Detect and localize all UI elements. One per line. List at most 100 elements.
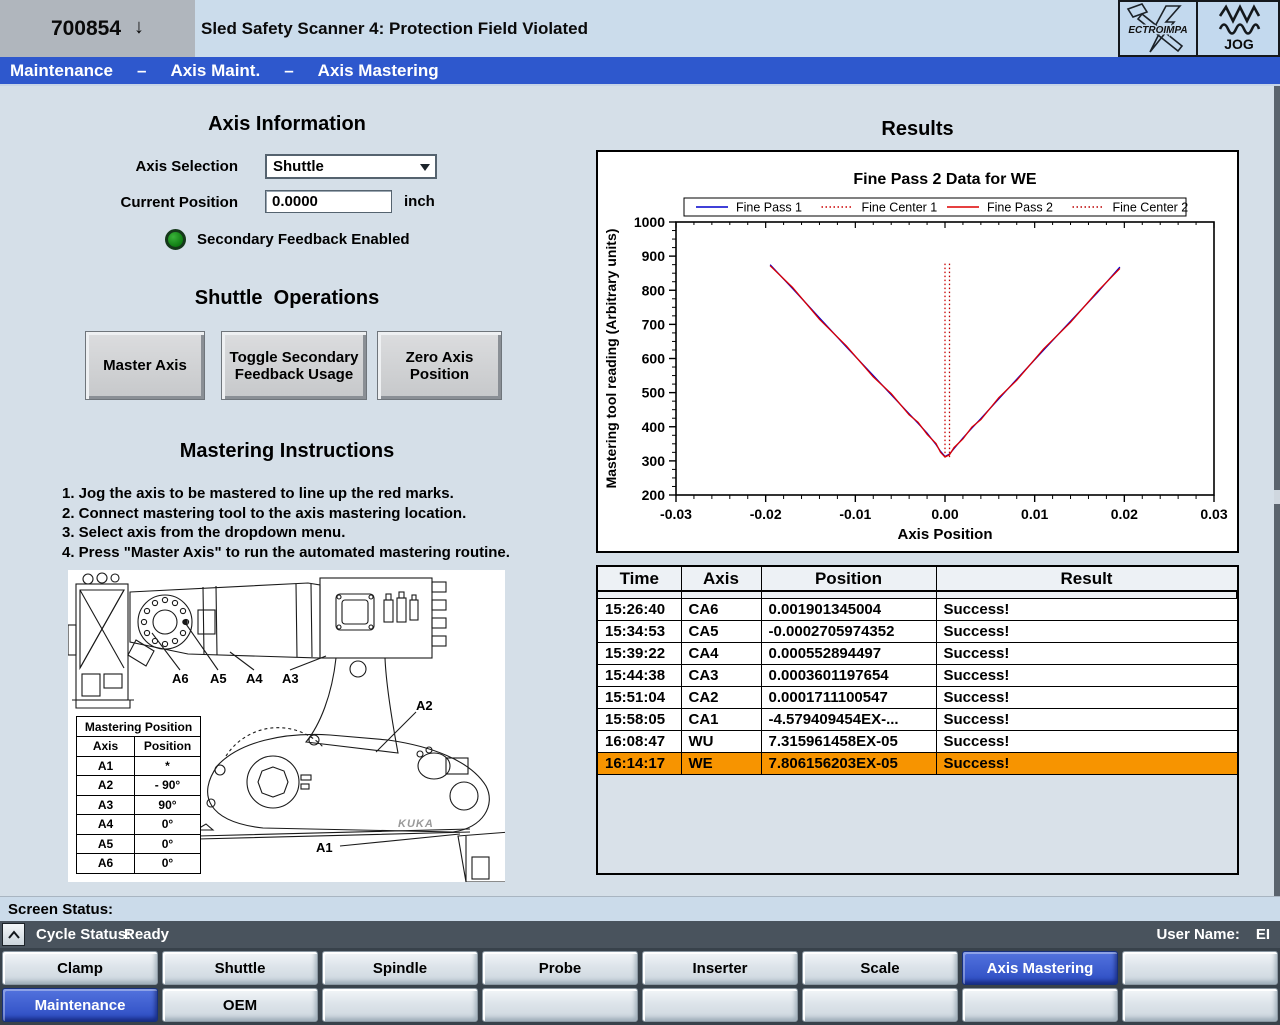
result-cell: WU bbox=[681, 730, 761, 752]
breadcrumb-item: Axis Maint. bbox=[170, 61, 260, 81]
fig-table-row: A40° bbox=[77, 814, 200, 834]
chevron-down-icon bbox=[420, 164, 430, 171]
results-title: Results bbox=[596, 118, 1239, 141]
instructions-title: Mastering Instructions bbox=[100, 440, 474, 463]
svg-text:300: 300 bbox=[642, 453, 666, 469]
result-row[interactable]: 16:08:47WU7.315961458EX-05Success! bbox=[598, 730, 1237, 752]
fig-cell: A6 bbox=[77, 854, 135, 873]
secondary-feedback-label: Secondary Feedback Enabled bbox=[197, 231, 410, 248]
zero-axis-position-button[interactable]: Zero Axis Position bbox=[377, 331, 502, 400]
alarm-id-dropdown[interactable]: 700854 ↓ bbox=[0, 0, 195, 57]
results-chart-panel: Fine Pass 2 Data for WEFine Pass 1Fine C… bbox=[596, 150, 1239, 553]
menu-empty-button[interactable] bbox=[322, 988, 478, 1022]
electroimpact-logo-icon: ECTROIMPA bbox=[1118, 0, 1198, 57]
results-table-panel: TimeAxisPositionResult 15:26:40CA60.0019… bbox=[596, 565, 1239, 875]
menu-oem[interactable]: OEM bbox=[162, 988, 318, 1022]
result-cell: Success! bbox=[936, 686, 1237, 708]
fig-cell: * bbox=[135, 757, 200, 776]
collapse-button[interactable] bbox=[2, 923, 25, 946]
current-position-value: 0.0000 bbox=[272, 193, 318, 210]
scrollbar-handle[interactable] bbox=[1274, 490, 1280, 504]
legend-label: Fine Pass 2 bbox=[987, 201, 1053, 215]
cycle-status-bar: Cycle Status: Ready User Name: EI bbox=[0, 921, 1280, 948]
fig-cell: Position bbox=[135, 737, 200, 756]
result-cell: CA2 bbox=[681, 686, 761, 708]
down-arrow-icon: ↓ bbox=[134, 16, 144, 39]
menu-empty-button[interactable] bbox=[1122, 951, 1278, 985]
fig-cell: A1 bbox=[77, 757, 135, 776]
result-cell: 0.0001711100547 bbox=[761, 686, 936, 708]
label-a4: A4 bbox=[246, 671, 263, 686]
menu-empty-button[interactable] bbox=[802, 988, 958, 1022]
svg-text:600: 600 bbox=[642, 351, 666, 367]
spacer-cell bbox=[936, 591, 1237, 598]
menu-spindle[interactable]: Spindle bbox=[322, 951, 478, 985]
menu-probe[interactable]: Probe bbox=[482, 951, 638, 985]
result-row[interactable]: 15:39:22CA40.000552894497Success! bbox=[598, 642, 1237, 664]
current-position-unit: inch bbox=[404, 193, 435, 210]
svg-text:0.01: 0.01 bbox=[1021, 506, 1048, 522]
instruction-step: 3. Select axis from the dropdown menu. bbox=[62, 523, 532, 543]
axis-selection-label: Axis Selection bbox=[38, 158, 238, 175]
toggle-secondary-feedback-button[interactable]: Toggle Secondary Feedback Usage bbox=[221, 331, 367, 400]
result-row[interactable]: 15:44:38CA30.0003601197654Success! bbox=[598, 664, 1237, 686]
label-a2: A2 bbox=[416, 698, 433, 713]
brand-text: KUKA bbox=[398, 818, 434, 830]
fig-cell: 0° bbox=[135, 835, 200, 854]
svg-text:-0.01: -0.01 bbox=[839, 506, 871, 522]
fig-table-row: A2- 90° bbox=[77, 775, 200, 795]
result-row[interactable]: 15:58:05CA1-4.579409454EX-...Success! bbox=[598, 708, 1237, 730]
axis-selection-value: Shuttle bbox=[273, 158, 324, 175]
result-cell: 15:34:53 bbox=[598, 620, 681, 642]
fig-cell: Axis bbox=[77, 737, 135, 756]
menu-clamp[interactable]: Clamp bbox=[2, 951, 158, 985]
result-cell: CA3 bbox=[681, 664, 761, 686]
axis-selection-dropdown[interactable]: Shuttle bbox=[265, 154, 437, 179]
menu-inserter[interactable]: Inserter bbox=[642, 951, 798, 985]
menu-shuttle[interactable]: Shuttle bbox=[162, 951, 318, 985]
result-cell: 7.806156203EX-05 bbox=[761, 752, 936, 774]
current-position-field[interactable]: 0.0000 bbox=[265, 190, 392, 213]
user-name-value: EI bbox=[1256, 926, 1270, 943]
result-cell: 0.001901345004 bbox=[761, 598, 936, 620]
master-axis-button[interactable]: Master Axis bbox=[85, 331, 205, 400]
menu-empty-button[interactable] bbox=[642, 988, 798, 1022]
result-cell: WE bbox=[681, 752, 761, 774]
menu-empty-button[interactable] bbox=[482, 988, 638, 1022]
result-row[interactable]: 16:14:17WE7.806156203EX-05Success! bbox=[598, 752, 1237, 774]
menu-axis-mastering[interactable]: Axis Mastering bbox=[962, 951, 1118, 985]
menu-empty-button[interactable] bbox=[1122, 988, 1278, 1022]
svg-text:0.02: 0.02 bbox=[1111, 506, 1138, 522]
menu-scale[interactable]: Scale bbox=[802, 951, 958, 985]
legend-label: Fine Center 1 bbox=[862, 201, 938, 215]
hmi-screen: 700854 ↓ Sled Safety Scanner 4: Protecti… bbox=[0, 0, 1280, 1025]
menu-row-2: MaintenanceOEM bbox=[0, 987, 1280, 1023]
cycle-status-label: Cycle Status: bbox=[36, 926, 131, 943]
breadcrumb: Maintenance–Axis Maint.–Axis Mastering bbox=[0, 57, 1280, 86]
breadcrumb-separator: – bbox=[137, 61, 146, 81]
menu-empty-button[interactable] bbox=[962, 988, 1118, 1022]
fig-cell: - 90° bbox=[135, 776, 200, 795]
operations-title: Shuttle Operations bbox=[100, 287, 474, 310]
result-row[interactable]: 15:34:53CA5-0.0002705974352Success! bbox=[598, 620, 1237, 642]
fig-table-header: AxisPosition bbox=[77, 736, 200, 756]
svg-text:500: 500 bbox=[642, 385, 666, 401]
screen-status-bar: Screen Status: bbox=[0, 896, 1280, 921]
svg-text:0.03: 0.03 bbox=[1200, 506, 1227, 522]
result-cell: 0.0003601197654 bbox=[761, 664, 936, 686]
result-row[interactable]: 15:26:40CA60.001901345004Success! bbox=[598, 598, 1237, 620]
svg-text:900: 900 bbox=[642, 248, 666, 264]
user-name-label: User Name: bbox=[1156, 926, 1239, 943]
jog-mode-button[interactable]: JOG bbox=[1196, 0, 1280, 57]
spacer-cell bbox=[761, 591, 936, 598]
results-column-header: Result bbox=[936, 567, 1237, 591]
result-row[interactable]: 15:51:04CA20.0001711100547Success! bbox=[598, 686, 1237, 708]
x-axis-label: Axis Position bbox=[897, 526, 992, 543]
menu-maintenance[interactable]: Maintenance bbox=[2, 988, 158, 1022]
scrollbar[interactable] bbox=[1274, 86, 1280, 896]
result-cell: 15:51:04 bbox=[598, 686, 681, 708]
result-cell: -0.0002705974352 bbox=[761, 620, 936, 642]
spacer-cell bbox=[681, 591, 761, 598]
spacer-cell bbox=[598, 591, 681, 598]
result-cell: Success! bbox=[936, 642, 1237, 664]
